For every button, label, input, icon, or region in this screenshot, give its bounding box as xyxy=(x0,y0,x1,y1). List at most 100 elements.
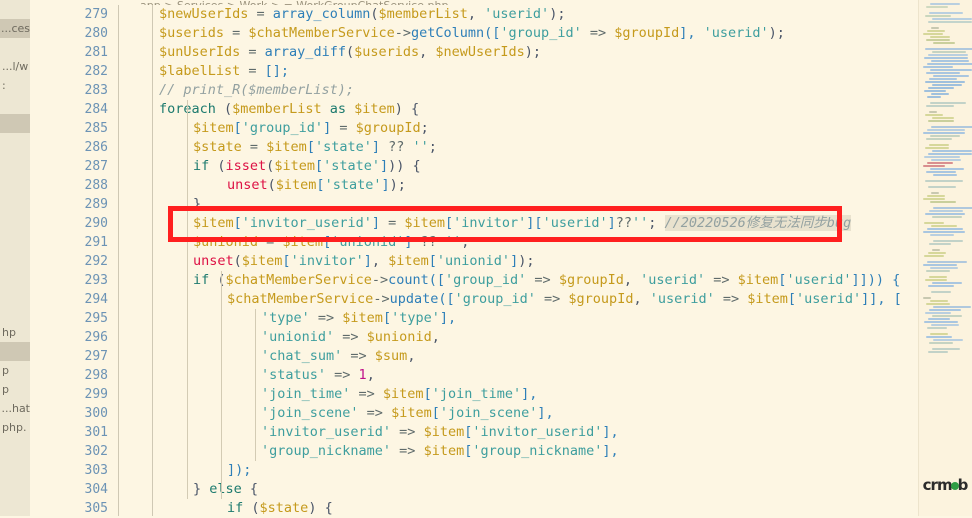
sidebar-item-6[interactable] xyxy=(0,114,30,133)
code-token: $item xyxy=(193,215,234,231)
code-line[interactable]: $newUserIds = array_column($memberList, … xyxy=(153,5,918,24)
code-token: $item xyxy=(423,443,465,459)
code-token: ); xyxy=(518,253,535,269)
sidebar-item-23[interactable] xyxy=(0,437,30,456)
line-number: 289 xyxy=(84,197,108,212)
sidebar-item-19[interactable]: p xyxy=(0,361,30,380)
code-line[interactable]: unset($item['state']); xyxy=(153,176,918,195)
minimap-line xyxy=(931,192,939,194)
minimap-line xyxy=(932,117,954,119)
code-line[interactable]: $labelList = []; xyxy=(153,62,918,81)
logo-letter: m xyxy=(936,476,953,494)
code-line[interactable]: $unionid = $item['unionid'] ?? ''; xyxy=(153,233,918,252)
minimap-line xyxy=(933,207,972,209)
code-token: 1 xyxy=(358,367,367,383)
code-token: ([ xyxy=(438,291,455,307)
sidebar-item-17[interactable]: hp xyxy=(0,323,30,342)
sidebar-item-16[interactable] xyxy=(0,304,30,323)
code-token: , xyxy=(633,291,650,307)
sidebar-item-9[interactable] xyxy=(0,171,30,190)
project-sidebar[interactable]: ces... l/w...: hp p p hat... .php xyxy=(0,0,31,516)
sidebar-item-4[interactable]: : xyxy=(0,76,30,95)
line-number: 292 xyxy=(84,254,108,269)
line-number-gutter[interactable]: 279 280 281 282 283 284 285 286 287 288 289 290 291 2… xyxy=(30,5,118,516)
code-token: 'state' xyxy=(323,158,380,174)
sidebar-item-12[interactable] xyxy=(0,228,30,247)
sidebar-item-3[interactable]: l/w... xyxy=(0,57,30,76)
minimap-line xyxy=(923,66,953,68)
code-line[interactable]: if ($chatMemberService->count(['group_id… xyxy=(153,271,918,290)
code-token: => xyxy=(714,291,748,307)
code-token: ] xyxy=(404,234,413,250)
code-line[interactable]: if (isset($item['state'])) { xyxy=(153,157,918,176)
code-token: => xyxy=(358,405,392,421)
sidebar-item-21[interactable]: hat... xyxy=(0,399,30,418)
code-line[interactable]: $userids = $chatMemberService->getColumn… xyxy=(153,24,918,43)
sidebar-item-2[interactable] xyxy=(0,38,30,57)
code-line[interactable]: // print_R($memberList); xyxy=(153,81,918,100)
code-line[interactable]: } else { xyxy=(153,480,918,499)
code-line-highlighted[interactable]: $item['invitor_userid'] = $item['invitor… xyxy=(153,214,918,233)
sidebar-item-13[interactable] xyxy=(0,247,30,266)
code-line[interactable]: 'chat_sum' => $sum, xyxy=(153,347,918,366)
code-token: 'group_id' xyxy=(454,291,536,307)
code-editor[interactable]: $newUserIds = array_column($memberList, … xyxy=(153,5,918,516)
code-token: isset xyxy=(225,158,267,174)
code-token: 'status' xyxy=(261,367,327,383)
code-token: '' xyxy=(412,139,429,155)
sidebar-item-7[interactable] xyxy=(0,133,30,152)
code-line[interactable]: $chatMemberService->update(['group_id' =… xyxy=(153,290,918,309)
code-line[interactable]: foreach ($memberList as $item) { xyxy=(153,100,918,119)
code-token: $unUserIds xyxy=(159,44,241,60)
code-line[interactable]: unset($item['invitor'], $item['unionid']… xyxy=(153,252,918,271)
code-token: , xyxy=(623,272,641,288)
code-line[interactable]: if ($state) { xyxy=(153,499,918,516)
sidebar-item-18[interactable] xyxy=(0,342,30,361)
code-line[interactable]: 'status' => 1, xyxy=(153,366,918,385)
code-line[interactable]: 'type' => $item['type'], xyxy=(153,309,918,328)
code-line[interactable]: 'group_nickname' => $item['group_nicknam… xyxy=(153,442,918,461)
logo-letter: b xyxy=(957,476,969,494)
sidebar-item-25[interactable] xyxy=(0,475,30,494)
code-token: 'join_scene' xyxy=(439,405,538,421)
sidebar-item-24[interactable] xyxy=(0,456,30,475)
sidebar-item-26[interactable] xyxy=(0,494,30,513)
code-line[interactable]: ]); xyxy=(153,461,918,480)
code-line[interactable]: 'join_scene' => $item['join_scene'], xyxy=(153,404,918,423)
minimap-line xyxy=(929,243,951,245)
sidebar-item-20[interactable]: p xyxy=(0,380,30,399)
sidebar-item-22[interactable]: .php xyxy=(0,418,30,437)
code-line[interactable]: $item['group_id'] = $groupId; xyxy=(153,119,918,138)
code-token: ; xyxy=(428,139,437,155)
sidebar-item-1[interactable]: ces... xyxy=(0,19,30,38)
code-token: = xyxy=(241,139,267,155)
sidebar-item-0[interactable] xyxy=(0,0,30,19)
line-number: 287 xyxy=(84,159,108,174)
code-token: $groupId xyxy=(558,272,624,288)
sidebar-item-11[interactable] xyxy=(0,209,30,228)
code-line[interactable]: 'invitor_userid' => $item['invitor_useri… xyxy=(153,423,918,442)
code-token: $item xyxy=(747,291,788,307)
code-line[interactable]: $unUserIds = array_diff($userids, $newUs… xyxy=(153,43,918,62)
code-line[interactable]: 'unionid' => $unionid, xyxy=(153,328,918,347)
minimap-line xyxy=(926,39,950,41)
sidebar-item-14[interactable] xyxy=(0,266,30,285)
code-line[interactable]: $state = $item['state'] ?? ''; xyxy=(153,138,918,157)
sidebar-item-5[interactable] xyxy=(0,95,30,114)
minimap-line xyxy=(926,303,950,305)
code-token: [ xyxy=(431,405,440,421)
code-minimap[interactable] xyxy=(918,0,972,516)
code-token: 'invitor' xyxy=(290,253,364,269)
sidebar-item-8[interactable] xyxy=(0,152,30,171)
code-token: $item xyxy=(388,253,429,269)
minimap-line xyxy=(924,90,946,92)
sidebar-item-15[interactable] xyxy=(0,285,30,304)
code-line[interactable]: } xyxy=(153,195,918,214)
minimap-line xyxy=(923,198,945,200)
sidebar-item-10[interactable] xyxy=(0,190,30,209)
vertical-scrollbar[interactable] xyxy=(912,5,917,516)
code-token: -> xyxy=(394,25,411,41)
code-line[interactable]: 'join_time' => $item['join_time'], xyxy=(153,385,918,404)
code-token: ] xyxy=(371,139,380,155)
code-token: 'chat_sum' xyxy=(261,348,343,364)
